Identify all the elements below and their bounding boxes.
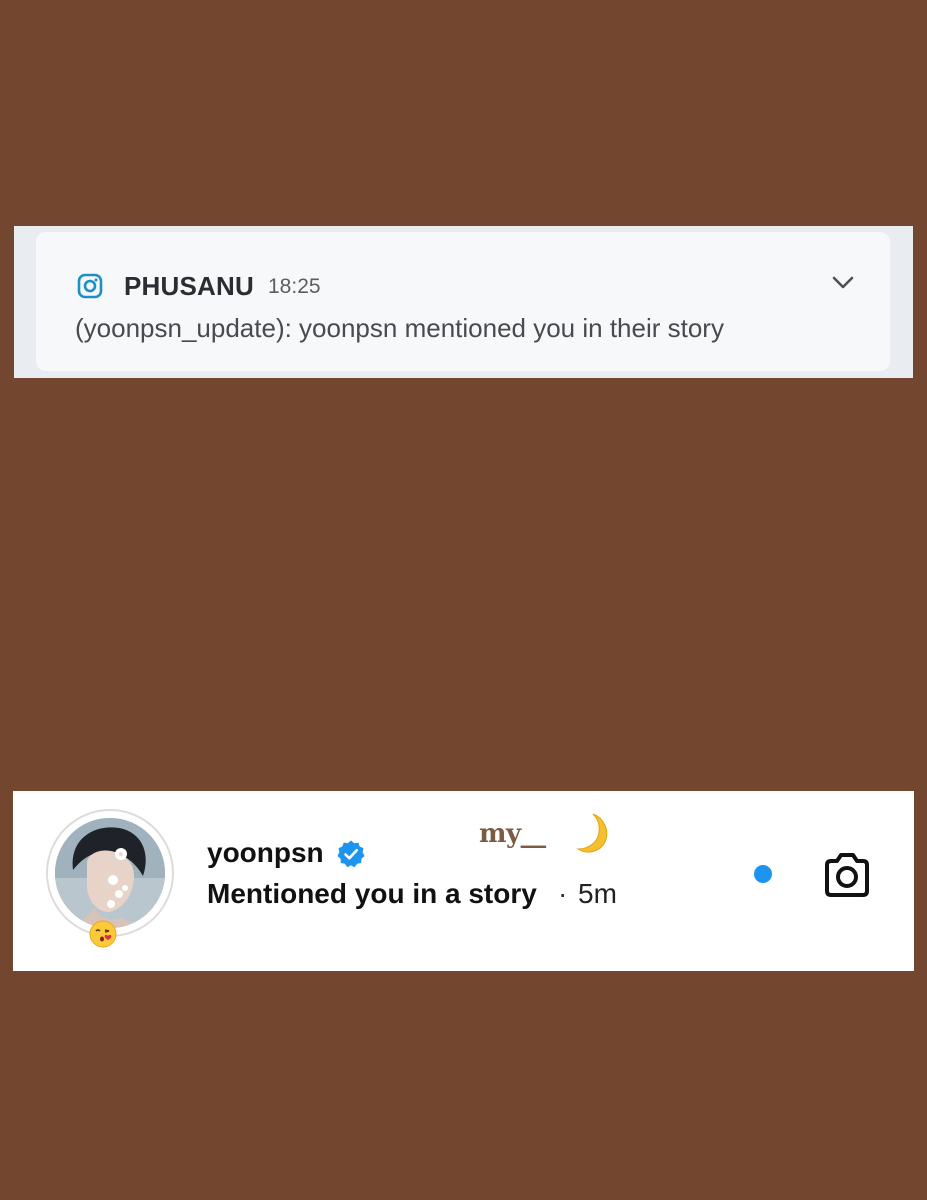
avatar-ring[interactable] [46,809,174,948]
chevron-down-icon[interactable] [832,276,854,290]
separator-dot: · [558,878,568,909]
camera-icon[interactable] [821,851,873,899]
notification-card[interactable]: PHUSANU 18:25 (yoonpsn_update): yoonpsn … [36,232,890,371]
activity-row[interactable]: yoonpsn Mentioned you in a story · 5m my… [13,791,914,971]
verified-badge-icon [336,839,366,869]
notification-sender: PHUSANU [124,271,254,301]
notification-strip: PHUSANU 18:25 (yoonpsn_update): yoonpsn … [14,226,913,378]
notification-time: 18:25 [268,275,321,298]
crescent-moon-icon [573,811,613,855]
activity-time: 5m [578,878,617,909]
unread-dot [754,865,772,883]
avatar[interactable] [55,818,165,928]
username[interactable]: yoonpsn [207,836,324,870]
instagram-icon [77,273,103,299]
activity-text: Mentioned you in a story [207,878,537,909]
kissing-heart-emoji [88,919,118,949]
notification-message: (yoonpsn_update): yoonpsn mentioned you … [75,313,724,343]
watermark-text: my__ [479,819,546,849]
